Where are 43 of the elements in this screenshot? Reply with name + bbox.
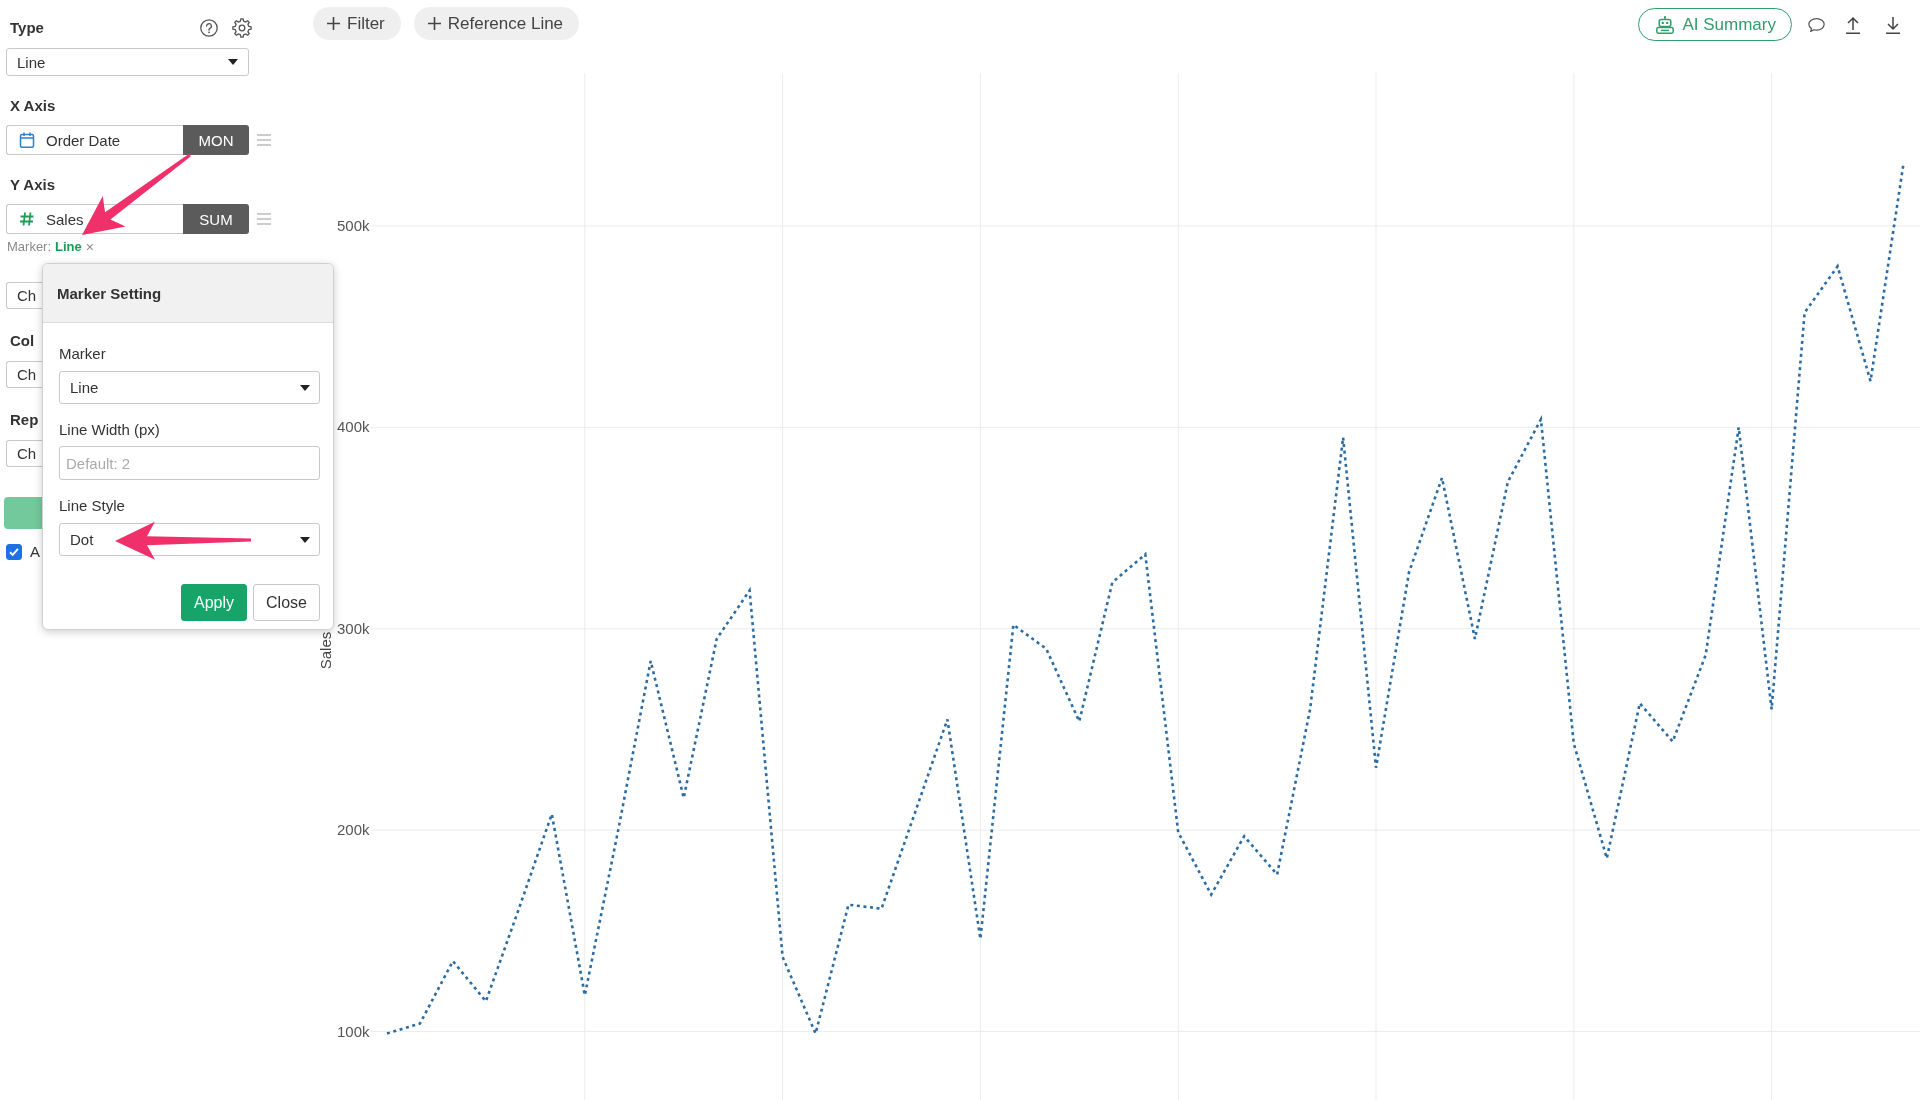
y-axis-title: Sales <box>317 631 334 670</box>
close-button[interactable]: Close <box>253 584 320 621</box>
checkbox[interactable] <box>6 543 22 560</box>
y-tick-label: 100k <box>336 1022 370 1040</box>
popup-title: Marker Setting <box>57 284 162 302</box>
ai-summary-button[interactable]: AI Summary <box>1638 8 1792 41</box>
input-field[interactable]: Default: 2 <box>59 446 320 480</box>
calendar-icon <box>19 132 35 148</box>
marker-label: Marker: <box>7 239 52 255</box>
checkbox-label: A <box>30 543 40 560</box>
field-label: Line Style <box>59 496 126 516</box>
plus-icon <box>427 17 441 30</box>
remove-button[interactable]: × <box>85 239 94 255</box>
section-label: Col <box>9 331 35 351</box>
hash-icon <box>19 211 35 227</box>
field-label: Line Width (px) <box>59 420 161 440</box>
help-icon[interactable] <box>200 19 218 37</box>
y-tick-label: 200k <box>336 821 370 839</box>
section-label: Type <box>9 18 45 38</box>
caret-icon <box>300 384 310 391</box>
chart-type-select[interactable]: Line <box>6 48 249 76</box>
caret-icon <box>228 59 238 65</box>
settings-icon[interactable] <box>232 18 252 38</box>
comment-icon[interactable] <box>1808 17 1825 32</box>
marker-link[interactable]: Line <box>55 239 82 255</box>
download-icon[interactable] <box>1885 15 1901 34</box>
upload-icon[interactable] <box>1845 15 1861 34</box>
caret-icon <box>300 536 310 543</box>
select-field[interactable]: Line <box>59 371 320 404</box>
plus-icon <box>327 17 340 30</box>
y-tick-label: 300k <box>336 619 370 637</box>
y-tick-label: 500k <box>336 217 370 235</box>
section-label: Rep <box>9 410 39 430</box>
field-label: Marker <box>59 344 107 364</box>
section-label: X Axis <box>9 96 57 116</box>
aggregation-dropdown[interactable]: MON <box>183 125 249 155</box>
section-label: Y Axis <box>9 175 57 195</box>
y-tick-label: 400k <box>336 418 370 436</box>
robot-icon <box>1656 15 1675 34</box>
filter-button[interactable]: Filter <box>313 7 401 40</box>
column-field[interactable]: Order Date <box>6 125 183 155</box>
aggregation-dropdown[interactable]: SUM <box>183 204 249 234</box>
reference-line-button[interactable]: Reference Line <box>413 7 580 40</box>
